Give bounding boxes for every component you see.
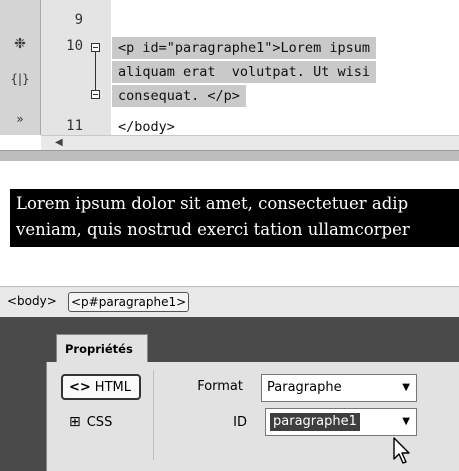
mouse-pointer-icon <box>393 437 410 464</box>
properties-body: <> HTML ⊞ CSS Format Paragraphe ▼ ID parag… <box>46 362 459 471</box>
selected-paragraph[interactable]: Lorem ipsum dolor sit amet, consectetuer… <box>10 189 459 247</box>
tag-body[interactable]: <body> <box>6 292 58 310</box>
panel-separator <box>153 370 154 460</box>
code-area[interactable]: <p id="paragraphe1">Lorem ipsum aliquam … <box>112 0 459 135</box>
collapse-icon[interactable]: ❉ <box>0 36 40 52</box>
css-grid-icon: ⊞ <box>69 414 81 430</box>
html-mode-label: HTML <box>94 380 131 395</box>
format-select[interactable]: Paragraphe ▼ <box>261 374 417 402</box>
view-divider[interactable] <box>0 150 459 161</box>
design-view[interactable]: Lorem ipsum dolor sit amet, consectetuer… <box>0 161 459 286</box>
code-line: consequat. </p> <box>112 85 246 107</box>
id-value: paragraphe1 <box>270 413 360 431</box>
paragraph-line: veniam, quis nostrud exerci tation ullam… <box>16 220 410 239</box>
line-number: 11 <box>66 118 83 133</box>
tag-p-paragraphe1[interactable]: <p#paragraphe1> <box>68 292 190 312</box>
id-select[interactable]: paragraphe1 ▼ <box>265 408 417 464</box>
css-mode-button[interactable]: ⊞ CSS <box>61 410 141 434</box>
fold-toggle-icon[interactable] <box>91 43 100 52</box>
code-editor[interactable]: ❉ {|} » 9 10 11 <p id="paragraphe1">Lore… <box>0 0 459 161</box>
paragraph-line: Lorem ipsum dolor sit amet, consectetuer… <box>16 194 409 213</box>
line-number: 10 <box>66 38 83 54</box>
fold-line <box>95 52 96 90</box>
properties-panel: Propriétés <> HTML ⊞ CSS Format Paragraphe… <box>0 317 459 471</box>
code-line: aliquam erat volutpat. Ut wisi <box>112 61 376 83</box>
code-brackets-icon: <> <box>69 380 91 395</box>
fold-end-icon[interactable] <box>91 90 100 99</box>
line-number-gutter: 9 10 11 <box>41 0 111 135</box>
horizontal-scrollbar[interactable]: ◀ <box>41 135 459 151</box>
css-mode-label: CSS <box>86 415 113 430</box>
tag-selector: <body> <p#paragraphe1> <box>0 286 459 318</box>
code-toolbar: ❉ {|} » <box>0 0 41 135</box>
chevron-down-icon: ▼ <box>402 382 410 393</box>
scroll-left-icon[interactable]: ◀ <box>55 136 63 150</box>
code-line: <p id="paragraphe1">Lorem ipsum <box>112 37 376 59</box>
tab-properties[interactable]: Propriétés <box>56 334 148 362</box>
line-number: 9 <box>74 12 83 28</box>
code-line: </body> <box>118 119 175 135</box>
id-label: ID <box>233 415 247 430</box>
format-value: Paragraphe <box>267 380 342 395</box>
more-icon[interactable]: » <box>0 112 40 126</box>
braces-icon[interactable]: {|} <box>0 72 40 86</box>
format-label: Format <box>197 379 243 394</box>
chevron-down-icon: ▼ <box>402 416 410 427</box>
html-mode-button[interactable]: <> HTML <box>61 374 141 400</box>
